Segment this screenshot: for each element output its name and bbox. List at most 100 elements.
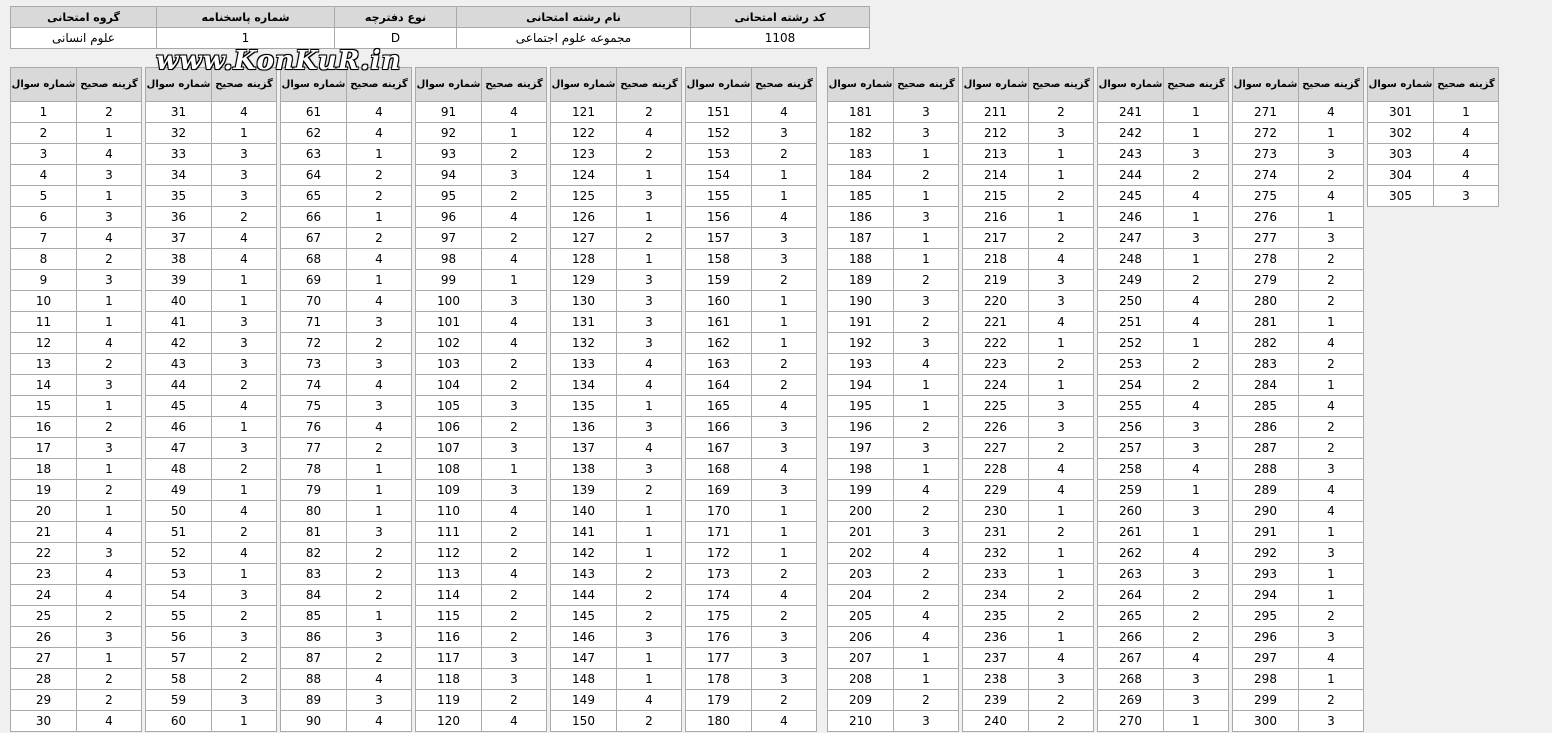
question-number: 147 (550, 647, 617, 669)
answer-row: 191 2 (827, 311, 959, 333)
correct-option: 2 (481, 416, 547, 438)
answer-row: 286 2 (1232, 416, 1364, 438)
answer-row: 97 2 (415, 227, 547, 249)
correct-option: 4 (1298, 185, 1364, 207)
answer-row: 299 2 (1232, 689, 1364, 711)
answer-row: 136 3 (550, 416, 682, 438)
question-number: 257 (1097, 437, 1164, 459)
question-number: 158 (685, 248, 752, 270)
answer-row: 19 2 (10, 479, 142, 501)
correct-option: 3 (893, 101, 959, 123)
question-number: 169 (685, 479, 752, 501)
answer-row: 89 3 (280, 689, 412, 711)
question-number: 31 (145, 101, 212, 123)
correct-option: 3 (1163, 416, 1229, 438)
question-number: 172 (685, 542, 752, 564)
answer-row: 72 2 (280, 332, 412, 354)
correct-option: 2 (481, 521, 547, 543)
correct-option: 3 (1163, 563, 1229, 585)
correct-option: 1 (346, 479, 412, 501)
answer-row: 93 (10, 269, 142, 291)
answer-row: 244 2 (1097, 164, 1229, 186)
correct-option: 1 (893, 185, 959, 207)
correct-option: 1 (346, 605, 412, 627)
correct-option: 2 (751, 353, 817, 375)
correct-option: 3 (1028, 122, 1094, 144)
question-number: 188 (827, 248, 894, 270)
correct-option: 2 (893, 416, 959, 438)
answer-block-header-row: شماره سوال گزینه صحیح (685, 67, 817, 102)
correct-option: 3 (211, 332, 277, 354)
question-number: 273 (1232, 143, 1299, 165)
answer-row: 171 1 (685, 521, 817, 543)
answer-row: 125 3 (550, 185, 682, 207)
correct-option: 3 (211, 185, 277, 207)
answer-row: 230 1 (962, 500, 1094, 522)
correct-option: 1 (1163, 521, 1229, 543)
question-number: 168 (685, 458, 752, 480)
answer-row: 218 4 (962, 248, 1094, 270)
answer-row: 67 2 (280, 227, 412, 249)
correct-option: 1 (211, 710, 277, 732)
question-number-header: شماره سوال (1097, 67, 1164, 102)
answer-row: 79 1 (280, 479, 412, 501)
correct-option: 2 (346, 332, 412, 354)
answer-row: 92 1 (415, 122, 547, 144)
answer-row: 217 2 (962, 227, 1094, 249)
answer-row: 106 2 (415, 416, 547, 438)
answer-row: 229 4 (962, 479, 1094, 501)
question-number: 194 (827, 374, 894, 396)
question-number: 195 (827, 395, 894, 417)
answer-row: 99 1 (415, 269, 547, 291)
question-number: 302 (1367, 122, 1434, 144)
question-number: 52 (145, 542, 212, 564)
correct-option: 4 (751, 206, 817, 228)
question-number: 135 (550, 395, 617, 417)
correct-option: 1 (1163, 710, 1229, 732)
answer-row: 223 2 (962, 353, 1094, 375)
answer-row: 220 3 (962, 290, 1094, 312)
answer-row: 126 1 (550, 206, 682, 228)
correct-option-header: گزینه صحیح (1028, 67, 1094, 102)
question-number: 144 (550, 584, 617, 606)
answer-block-table: شماره سوال گزینه صحیح 211 2 212 3 213 1 214 1 215 2… (962, 67, 1094, 732)
correct-option: 3 (1028, 395, 1094, 417)
answer-row: 250 4 (1097, 290, 1229, 312)
answer-row: 265 2 (1097, 605, 1229, 627)
question-number: 86 (280, 626, 347, 648)
correct-option: 4 (76, 227, 142, 249)
answer-row: 258 4 (1097, 458, 1229, 480)
exam-field-name-value: مجموعه علوم اجتماعی (456, 27, 691, 49)
question-number: 140 (550, 500, 617, 522)
question-number: 65 (280, 185, 347, 207)
correct-option: 4 (1028, 248, 1094, 270)
question-number: 283 (1232, 353, 1299, 375)
correct-option: 2 (1028, 521, 1094, 543)
correct-option: 3 (893, 122, 959, 144)
answer-row: 29 2 (10, 689, 142, 711)
question-number: 77 (280, 437, 347, 459)
correct-option: 1 (76, 185, 142, 207)
correct-option: 4 (1298, 395, 1364, 417)
correct-option: 3 (211, 311, 277, 333)
answer-row: 156 4 (685, 206, 817, 228)
question-number: 220 (962, 290, 1029, 312)
correct-option: 2 (1028, 689, 1094, 711)
question-number: 198 (827, 458, 894, 480)
answer-row: 141 1 (550, 521, 682, 543)
question-number: 111 (415, 521, 482, 543)
answer-row: 62 4 (280, 122, 412, 144)
question-number: 239 (962, 689, 1029, 711)
answer-row: 33 3 (145, 143, 277, 165)
question-number: 78 (280, 458, 347, 480)
correct-option: 1 (211, 416, 277, 438)
question-number: 29 (10, 689, 77, 711)
answer-row: 16 2 (10, 416, 142, 438)
answer-row: 153 2 (685, 143, 817, 165)
exam-field-code-header: کد رشته امتحانی (690, 6, 870, 28)
correct-option: 2 (1298, 437, 1364, 459)
question-number: 233 (962, 563, 1029, 585)
answer-row: 41 3 (145, 311, 277, 333)
answer-block-table: شماره سوال گزینه صحیح 301 1 302 4 303 4 304 4 305 3 (1367, 67, 1499, 207)
answer-row: 27 1 (10, 647, 142, 669)
